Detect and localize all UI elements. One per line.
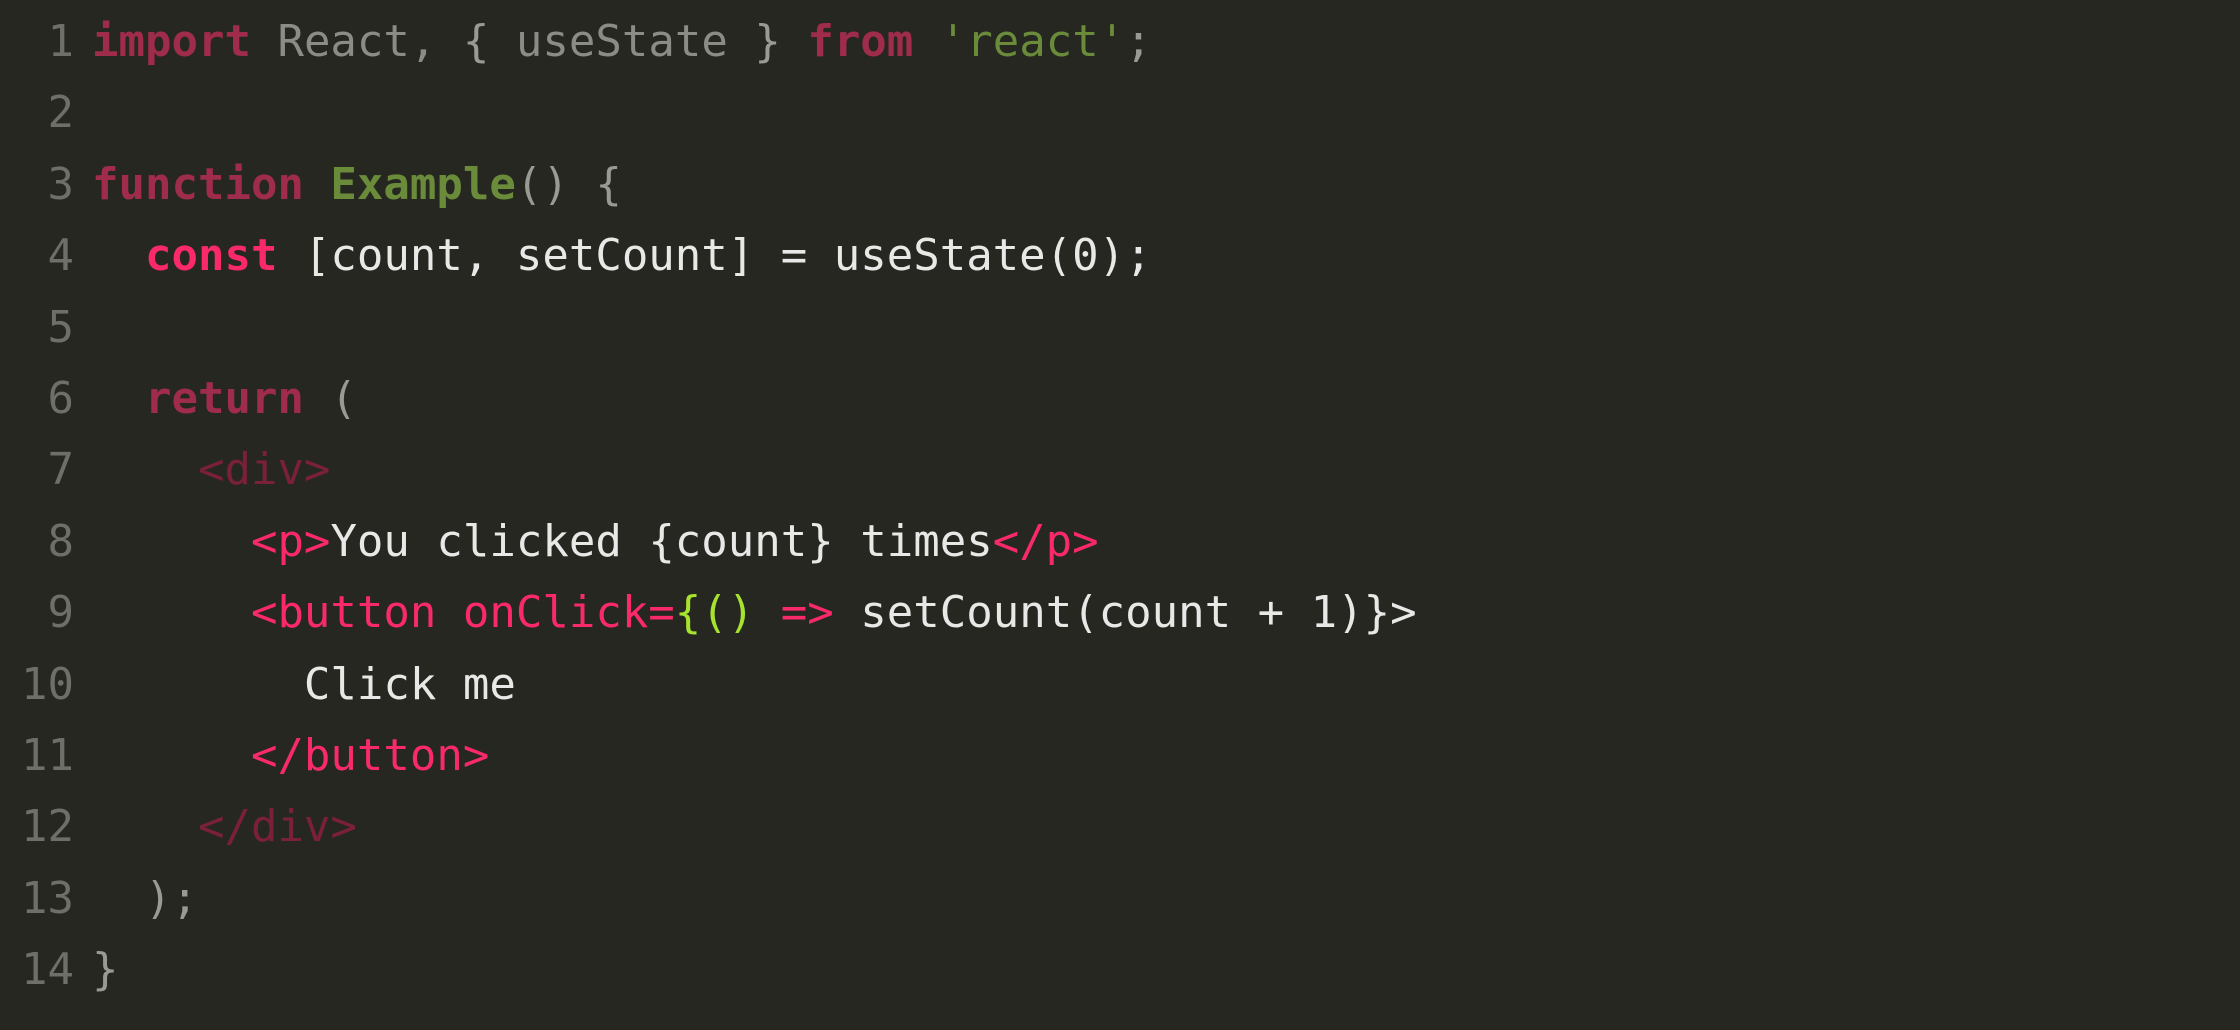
code-token: { bbox=[595, 158, 622, 210]
code-token: const bbox=[144, 230, 278, 282]
code-line[interactable]: 11 </button> bbox=[0, 720, 2240, 791]
code-token: Example bbox=[330, 158, 516, 210]
code-line[interactable]: 6 return ( bbox=[0, 363, 2240, 434]
line-number: 2 bbox=[47, 87, 75, 139]
code-line[interactable]: 1 import React, { useState } from 'react'… bbox=[0, 6, 2240, 77]
code-token: </p> bbox=[992, 515, 1099, 567]
code-token: function bbox=[92, 158, 304, 210]
code-token: => bbox=[780, 587, 834, 639]
code-line-content[interactable]: </div> bbox=[92, 791, 357, 862]
code-line[interactable]: 4 const [count, setCount] = useState(0); bbox=[0, 220, 2240, 291]
code-token: () bbox=[515, 158, 569, 210]
code-token: </div> bbox=[197, 801, 357, 853]
code-token: ; bbox=[1125, 16, 1152, 67]
code-line[interactable]: 10 Click me bbox=[0, 649, 2240, 720]
code-line[interactable]: 9 <button onClick={() => setCount(count … bbox=[0, 577, 2240, 648]
line-number: 10 bbox=[21, 658, 74, 710]
code-token: <p> bbox=[250, 515, 331, 567]
line-number: 1 bbox=[47, 16, 75, 67]
code-token: return bbox=[144, 372, 304, 424]
line-number: 14 bbox=[21, 944, 74, 996]
code-editor[interactable]: 1 import React, { useState } from 'react'… bbox=[0, 0, 2240, 1030]
code-line-content[interactable]: ); bbox=[92, 863, 198, 934]
code-line-content[interactable]: <button onClick={() => setCount(count + … bbox=[92, 577, 1417, 648]
line-number: 3 bbox=[47, 158, 75, 210]
code-line[interactable]: 8 <p>You clicked {count} times</p> bbox=[0, 506, 2240, 577]
code-token: </button> bbox=[250, 729, 490, 781]
code-token: You clicked {count} times bbox=[330, 515, 993, 567]
code-token: { bbox=[462, 16, 490, 67]
code-token: ); bbox=[144, 872, 198, 924]
code-line-content[interactable]: function Example() { bbox=[92, 149, 622, 220]
code-token: import bbox=[92, 16, 251, 67]
code-line-content[interactable]: } bbox=[92, 934, 119, 1005]
line-number: 7 bbox=[47, 444, 75, 496]
code-line[interactable]: 12 </div> bbox=[0, 791, 2240, 862]
code-token: [count, setCount] = useState(0); bbox=[303, 230, 1152, 282]
code-line[interactable]: 7 <div> bbox=[0, 434, 2240, 505]
code-token: <div> bbox=[197, 444, 331, 496]
line-number: 13 bbox=[21, 872, 74, 924]
line-number: 5 bbox=[47, 301, 75, 353]
code-line[interactable]: 5 bbox=[0, 292, 2240, 363]
code-token: } bbox=[754, 16, 781, 67]
code-line[interactable]: 3 function Example() { bbox=[0, 149, 2240, 220]
line-number: 9 bbox=[47, 587, 75, 639]
code-line[interactable]: 13 ); bbox=[0, 863, 2240, 934]
code-token: from bbox=[807, 16, 914, 67]
code-token: ( bbox=[330, 372, 357, 424]
code-token: setCount(count + 1)}> bbox=[860, 587, 1417, 639]
code-line-content[interactable]: return ( bbox=[92, 363, 357, 434]
code-lines-container: 1 import React, { useState } from 'react'… bbox=[0, 6, 2240, 1005]
code-token: useState bbox=[515, 16, 728, 67]
code-line-content[interactable]: import React, { useState } from 'react'; bbox=[92, 6, 1152, 77]
code-token: 'react' bbox=[939, 16, 1126, 67]
line-number: 6 bbox=[47, 372, 75, 424]
code-token: <button onClick= bbox=[250, 587, 675, 639]
code-token: Click me bbox=[303, 658, 516, 710]
code-line-content[interactable]: </button> bbox=[92, 720, 489, 791]
code-line-content[interactable]: <div> bbox=[92, 434, 330, 505]
line-number: 12 bbox=[21, 801, 74, 853]
code-token: {() bbox=[674, 587, 755, 639]
code-token: React, bbox=[277, 16, 437, 67]
code-token: } bbox=[92, 944, 119, 996]
code-line-content[interactable]: const [count, setCount] = useState(0); bbox=[92, 220, 1152, 291]
line-number: 8 bbox=[47, 515, 75, 567]
code-line[interactable]: 2 bbox=[0, 77, 2240, 148]
code-line-content[interactable]: <p>You clicked {count} times</p> bbox=[92, 506, 1099, 577]
line-number: 11 bbox=[21, 729, 74, 781]
line-number: 4 bbox=[47, 230, 75, 282]
code-line[interactable]: 14} bbox=[0, 934, 2240, 1005]
code-line-content[interactable]: Click me bbox=[92, 649, 516, 720]
